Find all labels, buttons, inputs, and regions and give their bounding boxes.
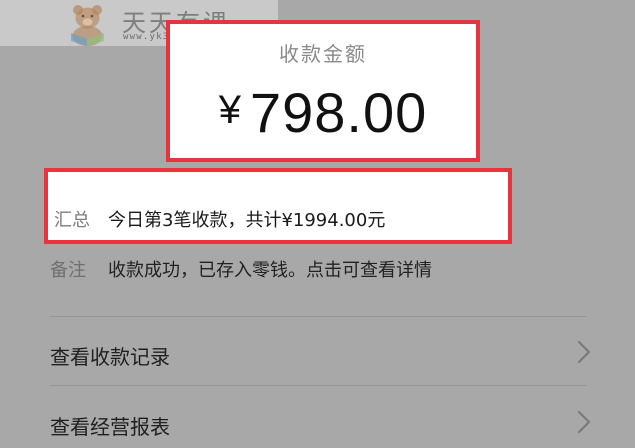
note-text[interactable]: 收款成功，已存入零钱。点击可查看详情 xyxy=(108,256,432,282)
divider xyxy=(50,316,587,317)
summary-label: 汇总 xyxy=(54,210,90,231)
amount-number: 798.00 xyxy=(249,81,428,144)
divider xyxy=(50,385,587,386)
payment-notification-screen: 天天有课 www.yk365.top 收款金额 ¥798.00 汇总 今日第3笔… xyxy=(0,0,635,448)
view-payment-records-item[interactable]: 查看收款记录 xyxy=(0,320,635,382)
summary-row: 汇总 今日第3笔收款，共计¥1994.00元 xyxy=(44,168,512,244)
menu-item-label: 查看经营报表 xyxy=(50,415,170,439)
summary-text: 今日第3笔收款，共计¥1994.00元 xyxy=(108,210,386,231)
bear-reading-logo-icon xyxy=(71,5,104,46)
payment-amount-card: 收款金额 ¥798.00 xyxy=(166,20,480,162)
menu-item-label: 查看收款记录 xyxy=(50,345,170,369)
currency-symbol: ¥ xyxy=(218,88,242,132)
view-business-report-item[interactable]: 查看经营报表 xyxy=(0,390,635,448)
amount-value: ¥798.00 xyxy=(170,80,476,145)
chevron-right-icon xyxy=(577,410,591,434)
note-label: 备注 xyxy=(50,260,86,281)
chevron-right-icon xyxy=(577,340,591,364)
amount-label: 收款金额 xyxy=(279,42,367,66)
